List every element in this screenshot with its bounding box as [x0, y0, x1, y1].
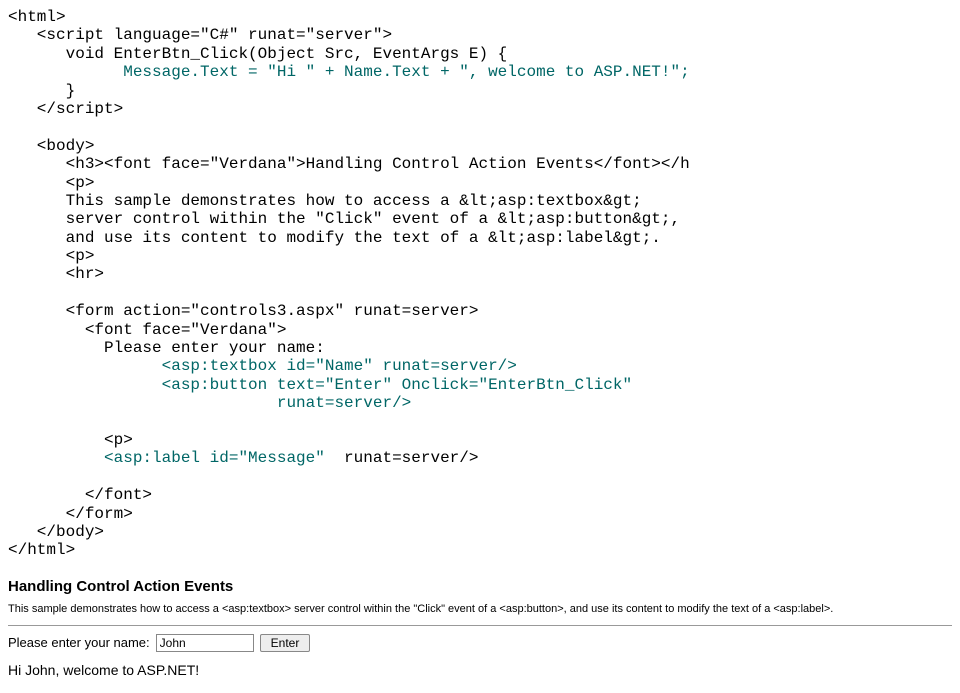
code-line: </form>	[8, 505, 133, 523]
sample-description: This sample demonstrates how to access a…	[8, 603, 952, 615]
code-line: }	[8, 82, 75, 100]
code-line: This sample demonstrates how to access a…	[8, 192, 642, 210]
code-line: </script>	[8, 100, 123, 118]
code-line: <body>	[8, 137, 94, 155]
code-block: <html> <script language="C#" runat="serv…	[8, 8, 952, 560]
code-line: runat=server/>	[8, 394, 411, 412]
code-line: Please enter your name:	[8, 339, 325, 357]
code-line: <html>	[8, 8, 66, 26]
code-line: <p>	[8, 247, 94, 265]
message-label: Hi John, welcome to ASP.NET!	[8, 662, 952, 678]
code-line: <p>	[8, 174, 94, 192]
code-line: and use its content to modify the text o…	[8, 229, 661, 247]
code-line: <asp:label id="Message" runat=server/>	[8, 449, 478, 467]
name-form-row: Please enter your name: Enter	[8, 634, 952, 652]
divider	[8, 625, 952, 626]
page-title: Handling Control Action Events	[8, 578, 952, 595]
code-line: Message.Text = "Hi " + Name.Text + ", we…	[8, 63, 690, 81]
code-line: void EnterBtn_Click(Object Src, EventArg…	[8, 45, 507, 63]
name-label: Please enter your name:	[8, 635, 150, 650]
name-input[interactable]	[156, 634, 254, 652]
code-line: </font>	[8, 486, 152, 504]
code-line: server control within the "Click" event …	[8, 210, 680, 228]
code-line: <asp:button text="Enter" Onclick="EnterB…	[8, 376, 632, 394]
enter-button[interactable]: Enter	[260, 634, 311, 652]
code-line: <h3><font face="Verdana">Handling Contro…	[8, 155, 690, 173]
code-line: </html>	[8, 541, 75, 559]
code-line: <asp:textbox id="Name" runat=server/>	[8, 357, 517, 375]
code-line: <script language="C#" runat="server">	[8, 26, 392, 44]
code-line: <hr>	[8, 265, 104, 283]
code-line: <font face="Verdana">	[8, 321, 286, 339]
code-line: <form action="controls3.aspx" runat=serv…	[8, 302, 478, 320]
code-line: <p>	[8, 431, 133, 449]
code-line: </body>	[8, 523, 104, 541]
